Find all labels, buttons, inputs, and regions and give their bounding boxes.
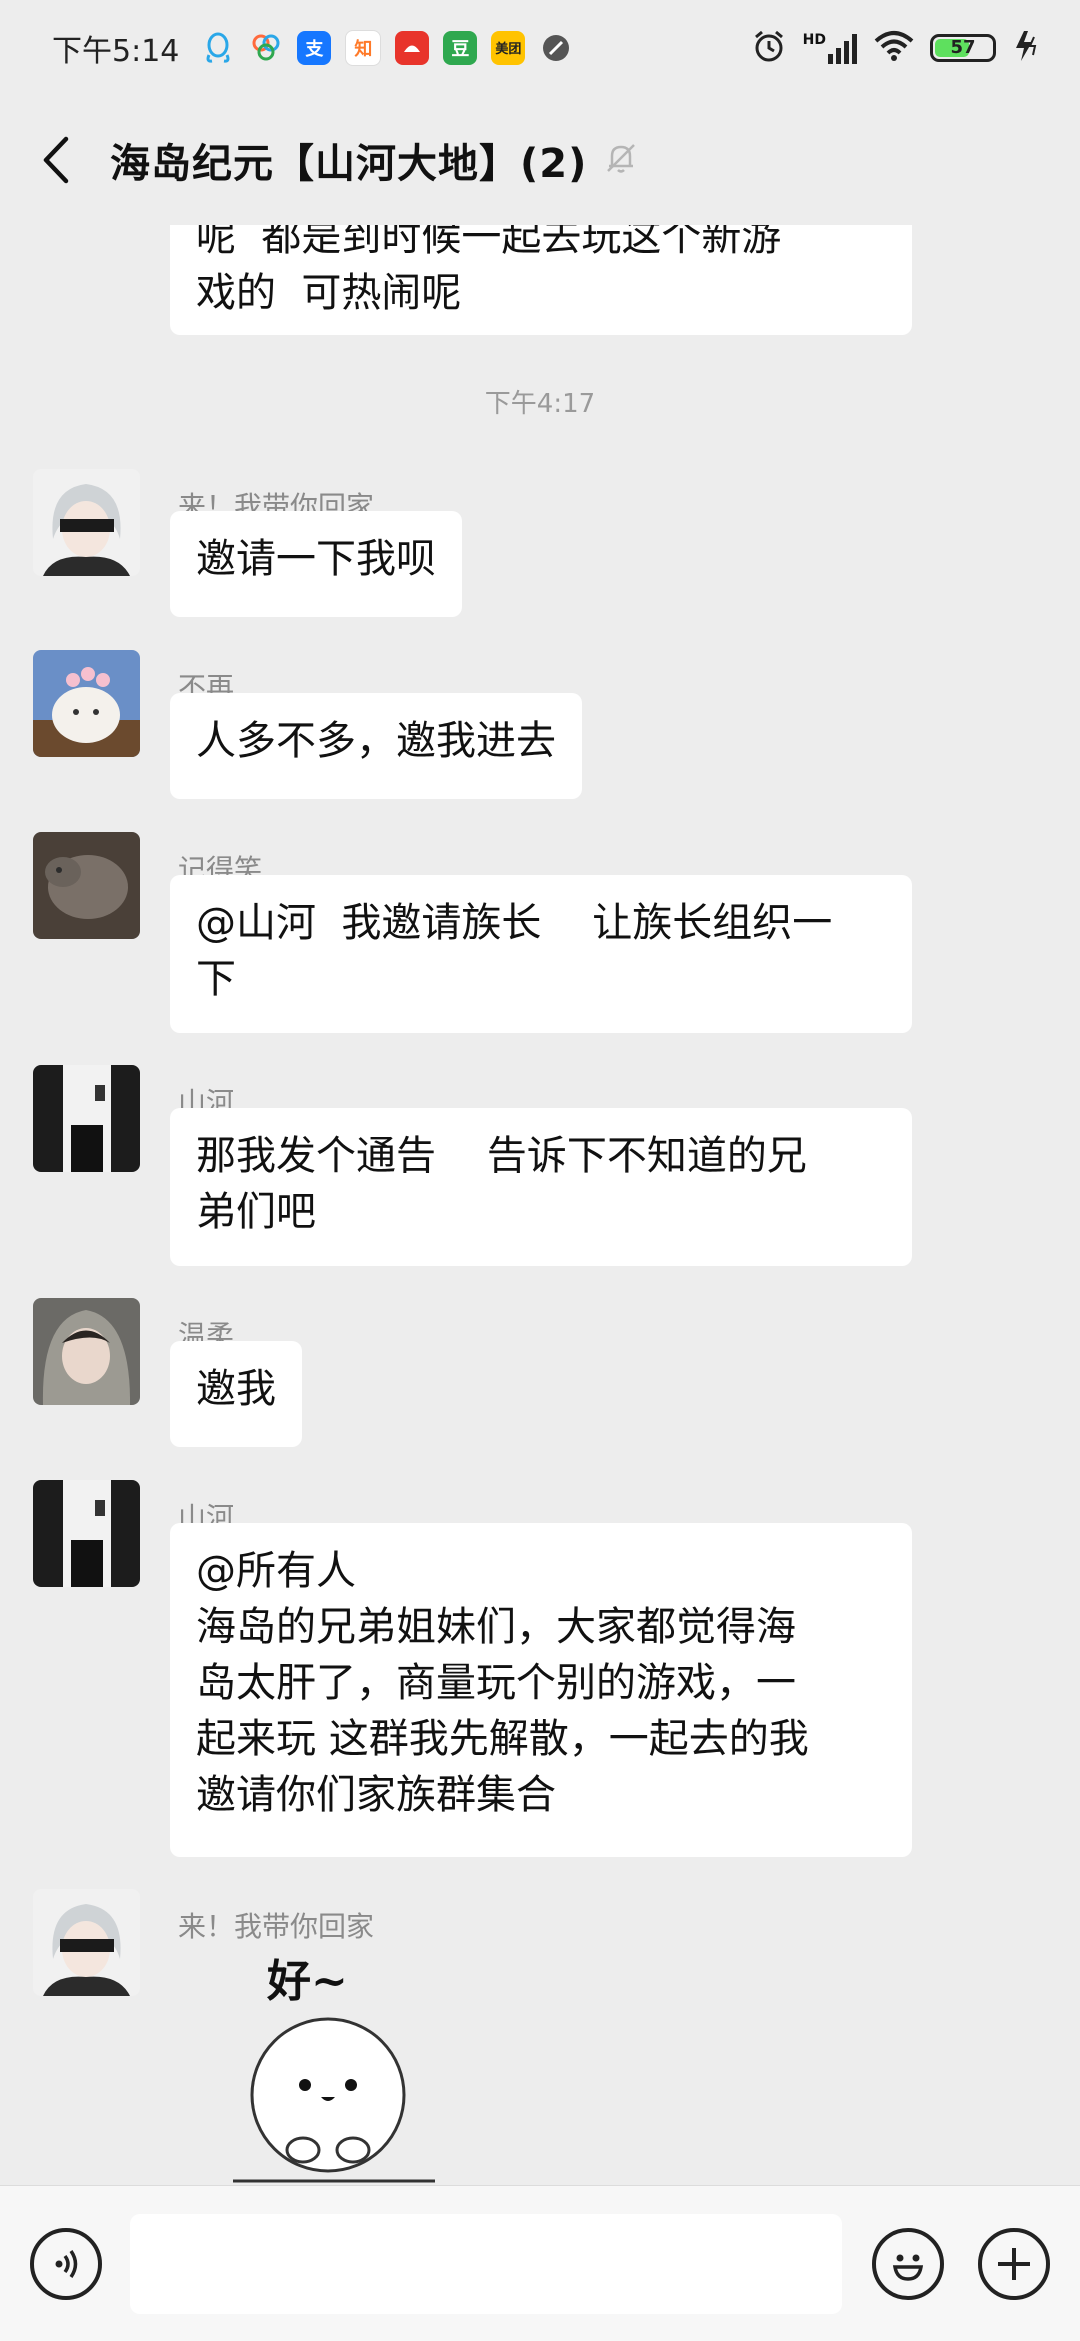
douban-icon: 豆 <box>443 30 478 65</box>
message-input[interactable] <box>130 2214 842 2314</box>
avatar[interactable] <box>33 650 140 757</box>
back-button[interactable] <box>30 130 80 190</box>
avatar[interactable] <box>33 1298 140 1405</box>
muted-bell-icon <box>603 140 639 180</box>
charging-icon <box>1012 29 1040 67</box>
input-bar <box>0 2185 1080 2341</box>
plus-icon <box>998 2248 1030 2280</box>
avatar[interactable] <box>33 1889 140 1996</box>
red-app-icon <box>395 30 430 65</box>
more-button[interactable] <box>978 2228 1050 2300</box>
blocked-icon <box>539 31 573 65</box>
status-time: 下午5:14 <box>52 33 180 69</box>
alipay-icon: 支 <box>297 30 332 65</box>
chevron-left-icon <box>43 136 69 184</box>
avatar[interactable] <box>33 1065 140 1172</box>
voice-input-button[interactable] <box>30 2228 102 2300</box>
status-left: 下午5:14 支 知 豆 美团 <box>52 26 573 70</box>
message-bubble[interactable]: @所有人 海岛的兄弟姐妹们，大家都觉得海 岛太肝了，商量玩个别的游戏，一 起来玩… <box>170 1523 912 1857</box>
qq-icon <box>201 31 235 65</box>
status-bar: 下午5:14 支 知 豆 美团 HD 57 <box>0 0 1080 95</box>
emoji-button[interactable] <box>872 2228 944 2300</box>
message-timestamp: 下午4:17 <box>484 389 596 419</box>
signal-icon: HD <box>803 32 858 64</box>
sticker[interactable]: 好~ <box>225 1945 455 2185</box>
avatar[interactable] <box>33 1480 140 1587</box>
pinwheel-icon <box>249 31 283 65</box>
message-bubble[interactable]: 呢 都是到时候一起去玩这个新游 戏的 可热闹呢 <box>170 225 912 335</box>
zhihu-icon: 知 <box>345 29 382 66</box>
message-bubble[interactable]: 邀请一下我呗 <box>170 511 462 617</box>
alarm-icon <box>751 28 787 68</box>
sender-name: 来！我带你回家 <box>178 1910 375 1943</box>
battery-icon: 57 <box>930 33 996 62</box>
message-list[interactable]: 呢 都是到时候一起去玩这个新游 戏的 可热闹呢 下午4:17 来！我带你回家 邀… <box>0 225 1080 2185</box>
status-right: HD 57 <box>751 28 1040 68</box>
avatar[interactable] <box>33 832 140 939</box>
avatar[interactable] <box>33 469 140 576</box>
wifi-icon <box>874 30 914 66</box>
smiley-icon <box>892 2254 924 2281</box>
chat-title[interactable]: 海岛纪元【山河大地】(2) <box>110 131 587 189</box>
message-bubble[interactable]: @山河 我邀请族长 让族长组织一 下 <box>170 875 912 1033</box>
meituan-icon: 美团 <box>491 30 526 65</box>
message-bubble[interactable]: 那我发个通告 告诉下不知道的兄 弟们吧 <box>170 1108 912 1266</box>
message-bubble[interactable]: 邀我 <box>170 1341 302 1447</box>
message-bubble[interactable]: 人多不多，邀我进去 <box>170 693 582 799</box>
chat-header: 海岛纪元【山河大地】(2) <box>0 95 1080 225</box>
network-type: HD <box>802 31 826 48</box>
battery-level: 57 <box>950 37 976 58</box>
sticker-character <box>233 2017 435 2183</box>
voice-icon <box>55 2250 78 2278</box>
